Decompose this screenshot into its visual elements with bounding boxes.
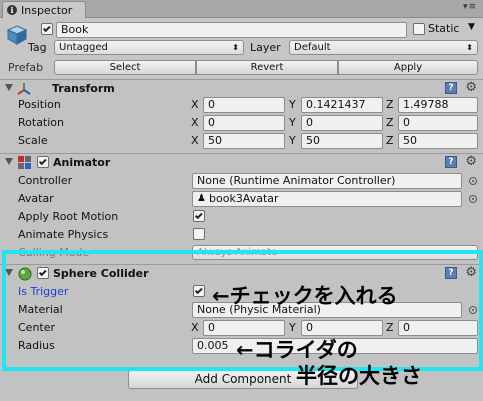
animator-icon: [18, 156, 31, 169]
gameobject-icon: [6, 25, 28, 45]
prefab-label: Prefab: [8, 61, 44, 74]
foldout-arrow-icon[interactable]: [5, 158, 13, 165]
radius-annotation-line2: 半径の大きさ: [296, 364, 422, 388]
center-label: Center: [18, 321, 56, 334]
rotation-label: Rotation: [18, 116, 65, 129]
static-checkbox[interactable]: [413, 23, 425, 35]
object-header: Book Static ▼ Tag Untagged ⬍ Layer Defaul…: [0, 18, 483, 79]
axis-x-label: X: [191, 134, 199, 147]
rotation-x-field[interactable]: 0: [203, 115, 285, 131]
position-x-field[interactable]: 0: [203, 97, 285, 113]
culling-mode-value: Always Animate: [197, 247, 278, 258]
is-trigger-label: Is Trigger: [18, 285, 69, 298]
animate-physics-label: Animate Physics: [18, 228, 109, 241]
axis-z-label: Z: [386, 321, 394, 334]
position-y-field[interactable]: 0.1421437: [301, 97, 383, 113]
object-picker-icon[interactable]: [469, 177, 477, 185]
radius-label: Radius: [18, 339, 55, 352]
active-checkbox[interactable]: [41, 23, 53, 35]
axis-x-label: X: [191, 321, 199, 334]
prefab-select-button[interactable]: Select: [54, 60, 196, 75]
tag-label: Tag: [28, 41, 47, 54]
transform-axes-icon: [17, 83, 31, 95]
culling-mode-dropdown[interactable]: Always Animate: [192, 245, 478, 260]
axis-y-label: Y: [289, 116, 296, 129]
updown-arrows-icon: ⬍: [232, 43, 239, 52]
apply-root-motion-checkbox[interactable]: [193, 210, 205, 222]
gear-icon[interactable]: ⚙: [465, 265, 477, 280]
avatar-figure-icon: ♟: [197, 193, 206, 204]
transform-title: Transform: [52, 82, 115, 95]
tag-dropdown[interactable]: Untagged ⬍: [54, 40, 244, 55]
avatar-value: book3Avatar: [209, 192, 279, 205]
tag-value: Untagged: [59, 42, 108, 53]
position-z-field[interactable]: 1.49788: [398, 97, 478, 113]
culling-mode-label: Culling Mode: [18, 246, 90, 259]
help-icon[interactable]: ?: [445, 156, 457, 168]
object-name-field[interactable]: Book: [56, 22, 407, 38]
foldout-arrow-icon[interactable]: [5, 84, 13, 91]
foldout-arrow-icon[interactable]: [5, 269, 13, 276]
object-picker-icon[interactable]: [469, 195, 477, 203]
sphere-collider-title: Sphere Collider: [53, 267, 149, 280]
object-picker-icon[interactable]: [469, 306, 477, 314]
layer-label: Layer: [250, 41, 281, 54]
position-label: Position: [18, 98, 61, 111]
help-icon[interactable]: ?: [445, 82, 457, 94]
scale-x-field[interactable]: 50: [203, 133, 285, 149]
info-icon: i: [7, 5, 17, 15]
static-dropdown-icon[interactable]: ▼: [468, 22, 475, 32]
apply-root-motion-label: Apply Root Motion: [18, 210, 119, 223]
rotation-z-field[interactable]: 0: [398, 115, 478, 131]
tab-inspector[interactable]: i Inspector: [2, 1, 86, 18]
sphere-collider-enabled-checkbox[interactable]: [37, 267, 49, 279]
axis-y-label: Y: [289, 134, 296, 147]
help-icon[interactable]: ?: [445, 267, 457, 279]
axis-z-label: Z: [386, 98, 394, 111]
axis-z-label: Z: [386, 116, 394, 129]
scale-z-field[interactable]: 50: [398, 133, 478, 149]
updown-arrows-icon: ⬍: [466, 43, 473, 52]
scale-label: Scale: [18, 134, 48, 147]
tab-label: Inspector: [21, 3, 73, 17]
gear-icon[interactable]: ⚙: [465, 80, 477, 95]
avatar-label: Avatar: [18, 192, 54, 205]
prefab-apply-button[interactable]: Apply: [338, 60, 478, 75]
material-label: Material: [18, 303, 63, 316]
axis-y-label: Y: [289, 98, 296, 111]
tab-menu-icon[interactable]: ▾≡: [463, 2, 477, 12]
animator-header[interactable]: Animator ? ⚙: [0, 153, 483, 171]
axis-z-label: Z: [386, 134, 394, 147]
animate-physics-checkbox[interactable]: [193, 228, 205, 240]
prefab-revert-button[interactable]: Revert: [196, 60, 338, 75]
sphere-collider-icon: [18, 267, 32, 281]
controller-field[interactable]: None (Runtime Animator Controller): [192, 173, 462, 189]
is-trigger-checkbox[interactable]: [193, 285, 205, 297]
avatar-field[interactable]: ♟ book3Avatar: [192, 191, 462, 207]
layer-value: Default: [294, 42, 331, 53]
axis-x-label: X: [191, 98, 199, 111]
rotation-y-field[interactable]: 0: [301, 115, 383, 131]
axis-x-label: X: [191, 116, 199, 129]
check-annotation: ←チェックを入れる: [212, 284, 398, 308]
static-label: Static: [428, 22, 460, 35]
scale-y-field[interactable]: 50: [301, 133, 383, 149]
center-z-field[interactable]: 0: [398, 320, 478, 336]
animator-enabled-checkbox[interactable]: [37, 156, 49, 168]
transform-header[interactable]: Transform ? ⚙: [0, 79, 483, 97]
controller-label: Controller: [18, 174, 73, 187]
animator-title: Animator: [53, 156, 111, 169]
tab-bar: i Inspector ▾≡: [0, 0, 483, 18]
layer-dropdown[interactable]: Default ⬍: [289, 40, 478, 55]
axis-y-label: Y: [289, 321, 296, 334]
gear-icon[interactable]: ⚙: [465, 154, 477, 169]
